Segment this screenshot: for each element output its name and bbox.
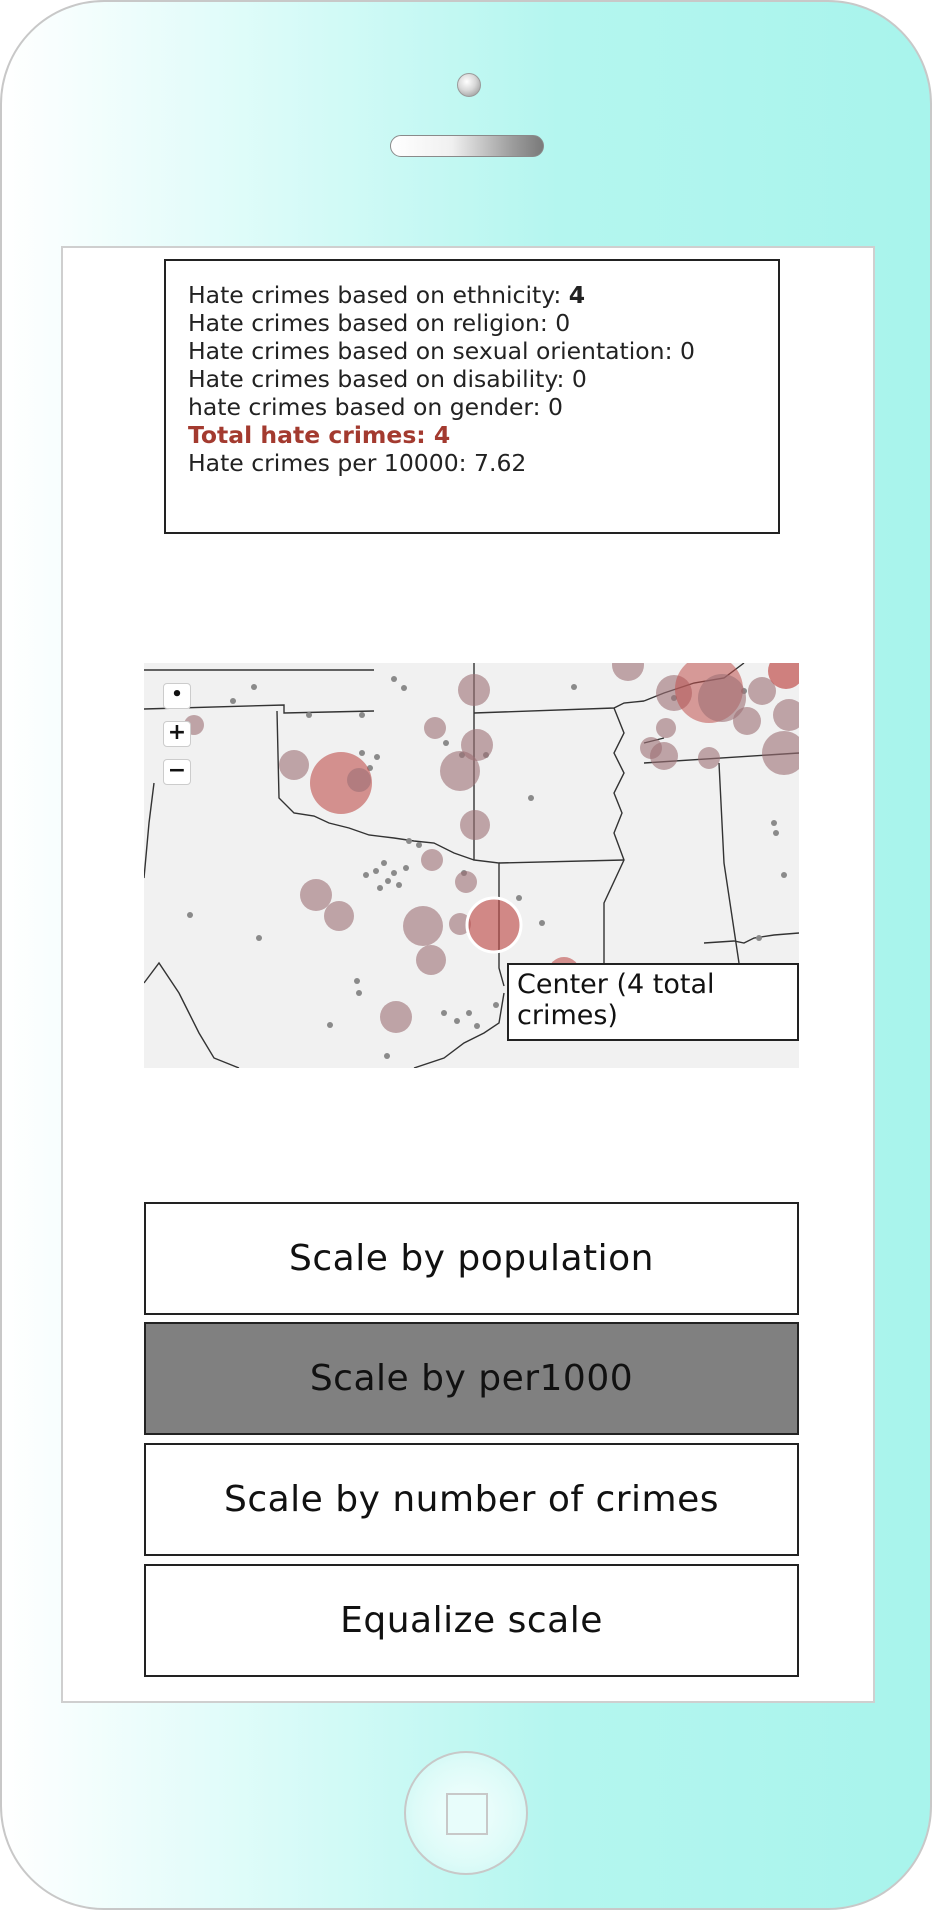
ethnicity-label: Hate crimes based on ethnicity: — [188, 281, 569, 309]
crime-bubble[interactable] — [458, 674, 490, 706]
border-rio-grande — [144, 961, 240, 1068]
crime-bubble[interactable] — [656, 718, 676, 738]
locate-control[interactable]: • — [163, 683, 191, 709]
sexual-orientation-stat: Hate crimes based on sexual orientation:… — [188, 337, 695, 365]
crime-bubble[interactable] — [424, 717, 446, 739]
crime-stats-panel: Hate crimes based on ethnicity: 4 Hate c… — [164, 259, 780, 534]
speaker-grille — [390, 135, 544, 157]
border-gulf-east — [703, 932, 799, 944]
crime-bubble[interactable] — [460, 810, 490, 840]
crime-bubble[interactable] — [324, 901, 354, 931]
scale-by-per1000-button[interactable]: Scale by per1000 — [144, 1322, 799, 1435]
crime-bubble[interactable] — [440, 751, 480, 791]
total-crimes-stat: Total hate crimes: 4 — [188, 421, 451, 449]
crime-bubble[interactable] — [416, 945, 446, 975]
scale-by-population-button[interactable]: Scale by population — [144, 1202, 799, 1315]
crime-bubble[interactable] — [733, 707, 761, 735]
border-missouri-arkansas — [473, 700, 645, 714]
crime-bubble[interactable] — [773, 699, 799, 731]
border-alabama — [718, 762, 740, 964]
crime-bubble[interactable] — [347, 768, 371, 792]
home-button[interactable] — [404, 1751, 528, 1875]
phone-screen: Hate crimes based on ethnicity: 4 Hate c… — [61, 246, 875, 1703]
zoom-in-button[interactable]: + — [163, 721, 191, 747]
home-square-icon — [446, 1793, 488, 1835]
ethnicity-stat: Hate crimes based on ethnicity: 4 — [188, 281, 758, 309]
camera-icon — [457, 73, 481, 97]
border-mississippi-river — [603, 707, 625, 963]
crime-map[interactable]: • + − Center (4 total crimes) — [144, 663, 799, 1068]
crime-bubble[interactable] — [455, 871, 477, 893]
religion-stat: Hate crimes based on religion: 0 — [188, 309, 571, 337]
ethnicity-value: 4 — [568, 281, 586, 309]
per-10000-stat: Hate crimes per 10000: 7.62 — [188, 449, 527, 477]
phone-frame: Hate crimes based on ethnicity: 4 Hate c… — [0, 0, 932, 1910]
crime-bubble[interactable] — [421, 849, 443, 871]
border-gulf-coast — [413, 992, 505, 1068]
crime-bubble[interactable] — [762, 731, 799, 775]
border-nm — [144, 782, 155, 879]
gender-stat: hate crimes based on gender: 0 — [188, 393, 563, 421]
disability-stat: Hate crimes based on disability: 0 — [188, 365, 587, 393]
crime-bubble[interactable] — [279, 750, 309, 780]
crime-bubble[interactable] — [612, 663, 644, 681]
scale-by-number-of-crimes-button[interactable]: Scale by number of crimes — [144, 1443, 799, 1556]
crime-bubble[interactable] — [640, 737, 662, 759]
map-tooltip: Center (4 total crimes) — [507, 963, 799, 1041]
crime-bubble[interactable] — [403, 906, 443, 946]
crime-bubble[interactable] — [698, 747, 720, 769]
equalize-scale-button[interactable]: Equalize scale — [144, 1564, 799, 1677]
crime-bubble[interactable] — [380, 1001, 412, 1033]
selected-crime-bubble[interactable] — [465, 896, 523, 954]
border-arkansas-louisiana — [498, 859, 625, 864]
zoom-out-button[interactable]: − — [163, 759, 191, 785]
crime-bubble[interactable] — [300, 879, 332, 911]
